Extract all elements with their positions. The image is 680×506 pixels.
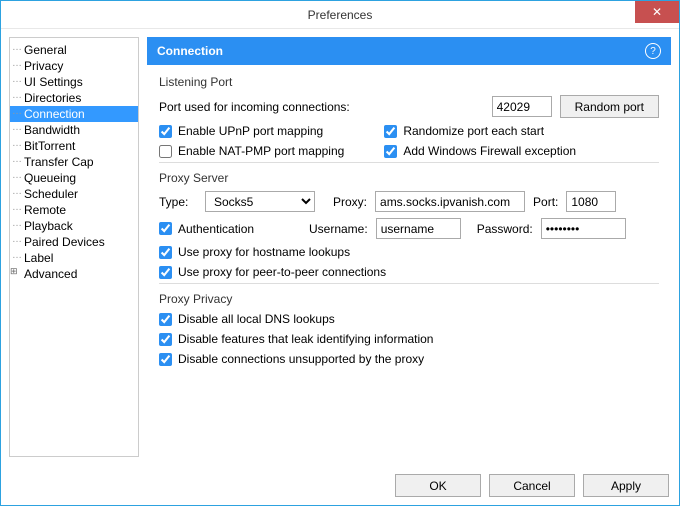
close-button[interactable]: ✕ xyxy=(635,1,679,23)
ok-button[interactable]: OK xyxy=(395,474,481,497)
dns-checkbox[interactable] xyxy=(159,313,172,326)
panel-header: Connection ? xyxy=(147,37,671,65)
firewall-checkbox[interactable] xyxy=(384,145,397,158)
tree-item-label[interactable]: Label xyxy=(10,250,138,266)
dns-checkbox-label[interactable]: Disable all local DNS lookups xyxy=(159,312,659,326)
auth-checkbox-label[interactable]: Authentication xyxy=(159,222,301,236)
randomize-checkbox-label[interactable]: Randomize port each start xyxy=(384,124,576,138)
tree-item-general[interactable]: General xyxy=(10,42,138,58)
preferences-window: Preferences ✕ GeneralPrivacyUI SettingsD… xyxy=(0,0,680,506)
port-input[interactable] xyxy=(492,96,552,117)
natpmp-checkbox-label[interactable]: Enable NAT-PMP port mapping xyxy=(159,144,344,158)
tree-item-bandwidth[interactable]: Bandwidth xyxy=(10,122,138,138)
window-body: GeneralPrivacyUI SettingsDirectoriesConn… xyxy=(1,29,679,465)
tree-item-connection[interactable]: Connection xyxy=(10,106,138,122)
dialog-buttons: OK Cancel Apply xyxy=(395,474,669,497)
upnp-checkbox[interactable] xyxy=(159,125,172,138)
firewall-checkbox-label[interactable]: Add Windows Firewall exception xyxy=(384,144,576,158)
upnp-checkbox-label[interactable]: Enable UPnP port mapping xyxy=(159,124,344,138)
proxy-port-label: Port: xyxy=(533,195,558,209)
tree-item-scheduler[interactable]: Scheduler xyxy=(10,186,138,202)
tree-item-bittorrent[interactable]: BitTorrent xyxy=(10,138,138,154)
username-input[interactable] xyxy=(376,218,461,239)
p2p-proxy-checkbox-label[interactable]: Use proxy for peer-to-peer connections xyxy=(159,265,659,279)
proxy-host-input[interactable] xyxy=(375,191,525,212)
tree-item-paired-devices[interactable]: Paired Devices xyxy=(10,234,138,250)
proxy-port-input[interactable] xyxy=(566,191,616,212)
tree-item-queueing[interactable]: Queueing xyxy=(10,170,138,186)
panel-content: Listening Port Port used for incoming co… xyxy=(147,65,671,457)
tree-item-remote[interactable]: Remote xyxy=(10,202,138,218)
main-panel: Connection ? Listening Port Port used fo… xyxy=(147,37,671,457)
tree-item-advanced[interactable]: Advanced xyxy=(10,266,138,282)
tree-item-directories[interactable]: Directories xyxy=(10,90,138,106)
randomize-checkbox[interactable] xyxy=(384,125,397,138)
password-input[interactable] xyxy=(541,218,626,239)
leak-checkbox-label[interactable]: Disable features that leak identifying i… xyxy=(159,332,659,346)
listening-port-group-label: Listening Port xyxy=(159,75,659,89)
help-icon[interactable]: ? xyxy=(645,43,661,59)
proxy-type-label: Type: xyxy=(159,195,197,209)
tree-item-transfer-cap[interactable]: Transfer Cap xyxy=(10,154,138,170)
unsupported-checkbox[interactable] xyxy=(159,353,172,366)
tree-item-privacy[interactable]: Privacy xyxy=(10,58,138,74)
proxy-privacy-group-label: Proxy Privacy xyxy=(159,292,659,306)
password-label: Password: xyxy=(477,222,533,236)
hostname-lookup-checkbox[interactable] xyxy=(159,246,172,259)
leak-checkbox[interactable] xyxy=(159,333,172,346)
proxy-server-group-label: Proxy Server xyxy=(159,171,659,185)
tree-item-ui-settings[interactable]: UI Settings xyxy=(10,74,138,90)
titlebar: Preferences ✕ xyxy=(1,1,679,29)
p2p-proxy-checkbox[interactable] xyxy=(159,266,172,279)
username-label: Username: xyxy=(309,222,368,236)
auth-checkbox[interactable] xyxy=(159,222,172,235)
close-icon: ✕ xyxy=(652,5,662,19)
tree-item-playback[interactable]: Playback xyxy=(10,218,138,234)
port-label: Port used for incoming connections: xyxy=(159,100,484,114)
natpmp-checkbox[interactable] xyxy=(159,145,172,158)
random-port-button[interactable]: Random port xyxy=(560,95,659,118)
hostname-lookup-checkbox-label[interactable]: Use proxy for hostname lookups xyxy=(159,245,659,259)
proxy-type-select[interactable]: Socks5 xyxy=(205,191,315,212)
window-title: Preferences xyxy=(308,8,373,22)
proxy-host-label: Proxy: xyxy=(333,195,367,209)
separator xyxy=(159,162,659,163)
unsupported-checkbox-label[interactable]: Disable connections unsupported by the p… xyxy=(159,352,659,366)
separator xyxy=(159,283,659,284)
cancel-button[interactable]: Cancel xyxy=(489,474,575,497)
apply-button[interactable]: Apply xyxy=(583,474,669,497)
panel-title: Connection xyxy=(157,44,223,58)
nav-tree: GeneralPrivacyUI SettingsDirectoriesConn… xyxy=(9,37,139,457)
